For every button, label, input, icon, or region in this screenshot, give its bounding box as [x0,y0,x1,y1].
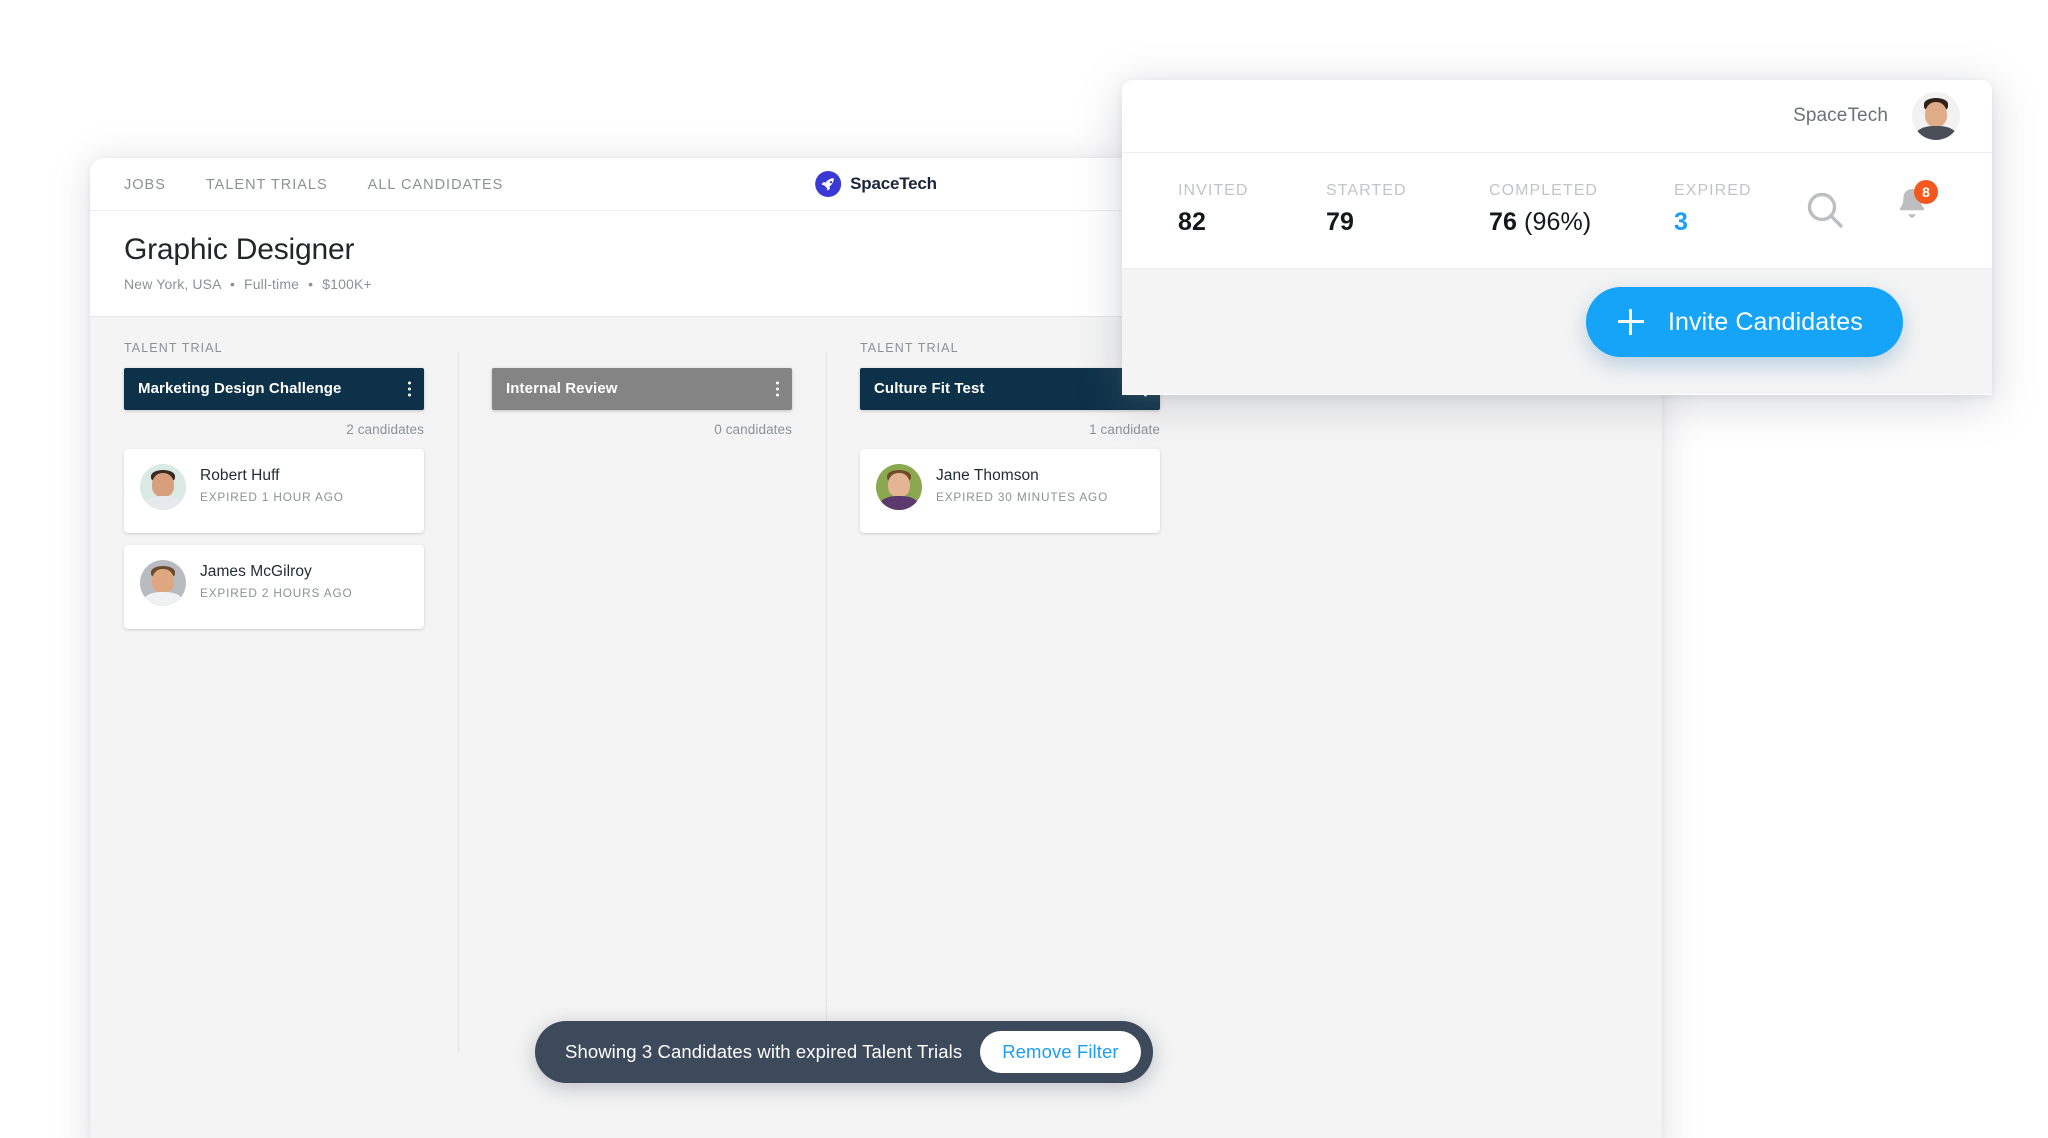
column-header[interactable]: Internal Review [492,367,792,410]
kebab-menu-icon[interactable] [408,381,411,397]
nav-item-jobs[interactable]: JOBS [124,177,166,193]
candidate-card[interactable]: Jane Thomson EXPIRED 30 MINUTES AGO [860,448,1160,533]
meta-separator-2: • [308,275,314,292]
organization-name: SpaceTech [1793,105,1888,126]
nav-item-talent-trials[interactable]: TALENT TRIALS [206,177,328,193]
stat-label: COMPLETED [1489,182,1599,199]
stat-number: 3 [1674,208,1689,236]
stat-invited: INVITED 82 [1178,182,1326,237]
column-candidate-count: 2 candidates [346,421,424,437]
filter-toast-message: Showing 3 Candidates with expired Talent… [565,1041,963,1062]
job-salary: $100K+ [322,275,372,292]
column-divider [458,351,459,1052]
kebab-menu-icon[interactable] [776,381,779,397]
invite-candidates-button[interactable]: Invite Candidates [1586,287,1903,357]
brand-logo[interactable]: SpaceTech [815,171,937,197]
screenshot-stage: JOBS TALENT TRIALS ALL CANDIDATES SpaceT… [0,0,2048,1138]
stat-expired: EXPIRED 3 [1674,182,1794,237]
avatar-jane-thomson [876,463,922,510]
stat-number: 79 [1326,208,1355,236]
nav-item-all-candidates[interactable]: ALL CANDIDATES [368,177,504,193]
search-icon[interactable] [1804,189,1846,236]
column-header[interactable]: Marketing Design Challenge [124,367,424,410]
stat-number: 82 [1178,208,1207,236]
remove-filter-label: Remove Filter [1002,1041,1119,1062]
bell-icon[interactable]: 8 [1894,180,1938,230]
board-column-marketing-design-challenge: TALENT TRIAL Marketing Design Challenge … [90,341,458,641]
stats-group: INVITED 82 STARTED 79 COMPLETED 76 (96%) [1178,182,1794,237]
column-eyebrow [492,341,792,357]
avatar-james-mcgilroy [140,559,186,606]
column-candidate-count: 0 candidates [714,421,792,437]
stat-label: INVITED [1178,182,1249,199]
nav-links: JOBS TALENT TRIALS ALL CANDIDATES [124,158,503,211]
rocket-icon [815,171,842,197]
column-candidate-count: 1 candidate [1089,421,1160,437]
column-divider [826,351,827,1052]
candidate-status: EXPIRED 30 MINUTES AGO [936,489,1109,504]
notification-badge: 8 [1914,180,1938,204]
candidate-info: Jane Thomson EXPIRED 30 MINUTES AGO [936,464,1108,504]
column-cards: Robert Huff EXPIRED 1 HOUR AGO James McG… [124,448,424,629]
stat-percent: (96%) [1517,208,1592,236]
candidate-info: James McGilroy EXPIRED 2 HOURS AGO [200,560,353,600]
column-title: Marketing Design Challenge [138,380,342,398]
job-type: Full-time [244,275,300,292]
stat-completed: COMPLETED 76 (96%) [1489,182,1674,237]
column-eyebrow: TALENT TRIAL [860,340,959,355]
invite-candidates-label: Invite Candidates [1668,307,1863,336]
panel-stats-row: INVITED 82 STARTED 79 COMPLETED 76 (96%) [1122,153,1992,268]
candidate-info: Robert Huff EXPIRED 1 HOUR AGO [200,464,344,504]
stat-number: 76 [1489,208,1518,236]
candidate-card[interactable]: James McGilroy EXPIRED 2 HOURS AGO [124,544,424,629]
avatar-robert-huff [140,463,186,510]
meta-separator-1: • [229,275,235,292]
brand-name: SpaceTech [850,174,937,193]
filter-toast: Showing 3 Candidates with expired Talent… [535,1021,1153,1083]
job-location: New York, USA [124,275,221,292]
stat-label: EXPIRED [1674,182,1752,199]
panel-header: SpaceTech [1122,80,1992,153]
stat-value: 79 [1326,208,1489,237]
candidate-status: EXPIRED 2 HOURS AGO [200,585,353,600]
candidate-name: James McGilroy [200,562,312,580]
user-avatar[interactable] [1912,92,1960,140]
plus-icon [1618,309,1644,335]
board-column-internal-review: Internal Review 0 candidates [458,341,826,1052]
column-title: Culture Fit Test [874,380,985,398]
stat-started: STARTED 79 [1326,182,1489,237]
stat-value: 82 [1178,208,1326,237]
stat-value[interactable]: 3 [1674,208,1794,237]
kanban-board: TALENT TRIAL Marketing Design Challenge … [90,316,1662,1077]
stat-label: STARTED [1326,182,1407,199]
column-eyebrow: TALENT TRIAL [124,340,223,355]
column-cards: Jane Thomson EXPIRED 30 MINUTES AGO [860,448,1160,533]
candidate-name: Jane Thomson [936,466,1039,484]
column-title: Internal Review [506,380,618,398]
remove-filter-button[interactable]: Remove Filter [980,1031,1141,1073]
candidate-name: Robert Huff [200,466,280,484]
candidate-card[interactable]: Robert Huff EXPIRED 1 HOUR AGO [124,448,424,533]
stat-value: 76 (96%) [1489,208,1674,237]
candidate-status: EXPIRED 1 HOUR AGO [200,489,344,504]
column-header[interactable]: Culture Fit Test [860,367,1160,410]
